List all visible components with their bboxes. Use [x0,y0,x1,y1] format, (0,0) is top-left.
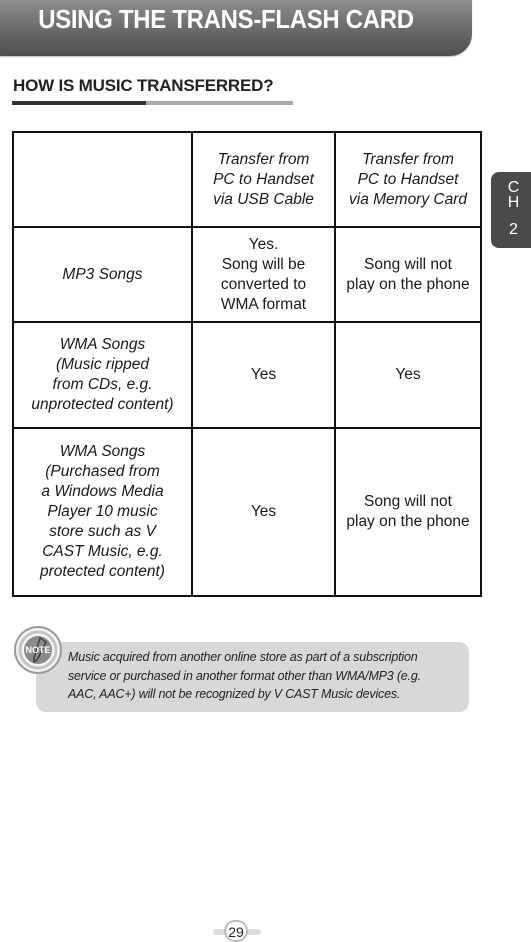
cell-line: play on the phone [346,513,470,530]
cell-line: MP3 Songs [62,265,143,283]
usb-cell: Yes [191,427,336,597]
memory-card-cell: Song will not play on the phone [334,226,482,323]
usb-cell: Yes [191,321,336,429]
cell-line: converted to [220,275,307,293]
chapter-tab-letter: C [507,179,520,196]
header-cell-empty [12,131,193,228]
cell-line: from CDs, e.g. [52,376,153,393]
page-number-wing [247,929,261,935]
note-line: AAC, AAC+) will not be recognized by V C… [68,687,401,701]
cell-line: Song will be [221,255,306,273]
cell-line: Transfer from [362,150,454,168]
page-title: USING THE TRANS-FLASH CARD [38,4,414,34]
cell-line: (Music ripped [55,356,150,373]
cell-line: WMA Songs [59,443,146,460]
memory-card-cell: Yes [334,321,482,429]
table-row: WMA Songs (Music ripped from CDs, e.g. u… [12,321,482,429]
row-label: WMA Songs (Music ripped from CDs, e.g. u… [12,321,193,429]
row-label: WMA Songs (Purchased from a Windows Medi… [12,427,193,597]
cell-line: via Memory Card [349,190,467,208]
table-row: MP3 Songs Yes. Song will be converted to… [12,226,482,323]
chapter-tab-letter: H [507,194,520,211]
table-row: WMA Songs (Purchased from a Windows Medi… [12,427,482,597]
cell-line: Player 10 music [47,503,158,520]
cell-line: a Windows Media [41,483,164,500]
cell-line: Yes. [248,235,279,253]
cell-line: CAST Music, e.g. [42,543,163,560]
cell-line: Transfer from [217,150,310,168]
usb-cell: Yes. Song will be converted to WMA forma… [191,226,336,323]
header-cell-memory-card: Transfer from PC to Handset via Memory C… [334,131,482,228]
cell-line: (Purchased from [45,463,160,480]
note-icon: NOTE [14,626,62,674]
page-number: 29 [224,920,248,942]
note-text: Music acquired from another online store… [68,648,468,704]
section-underline-accent [146,101,293,105]
note-icon-label: NOTE [25,645,50,655]
cell-line: Song will not [364,255,452,273]
cell-line: play on the phone [346,275,470,293]
row-label: MP3 Songs [12,226,193,323]
cell-line: protected content) [40,563,165,580]
cell-line: Yes [250,366,277,383]
cell-line: Yes [250,503,277,520]
cell-line: store such as V [49,523,156,540]
chapter-tab[interactable]: C H 2 [491,172,531,248]
cell-line: via USB Cable [213,190,314,208]
cell-line: PC to Handset [357,170,459,188]
note-line: service or purchased in another format o… [68,668,421,683]
table-header-row: Transfer from PC to Handset via USB Cabl… [12,131,482,228]
header-cell-usb: Transfer from PC to Handset via USB Cabl… [191,131,336,228]
music-transfer-table: Transfer from PC to Handset via USB Cabl… [12,131,482,597]
cell-line: WMA Songs [59,336,146,353]
cell-line: WMA format [220,295,307,313]
section-title: HOW IS MUSIC TRANSFERRED? [13,76,274,95]
page-number-badge: 29 [213,920,261,942]
cell-line: Yes [395,366,421,383]
section-underline [12,101,146,105]
note-line: Music acquired from another online store… [68,650,418,664]
chapter-number: 2 [509,221,518,238]
header-banner: USING THE TRANS-FLASH CARD [0,0,472,56]
cell-line: Song will not [364,493,452,510]
cell-line: unprotected content) [31,396,174,413]
cell-line: PC to Handset [213,170,314,188]
memory-card-cell: Song will not play on the phone [334,427,482,597]
